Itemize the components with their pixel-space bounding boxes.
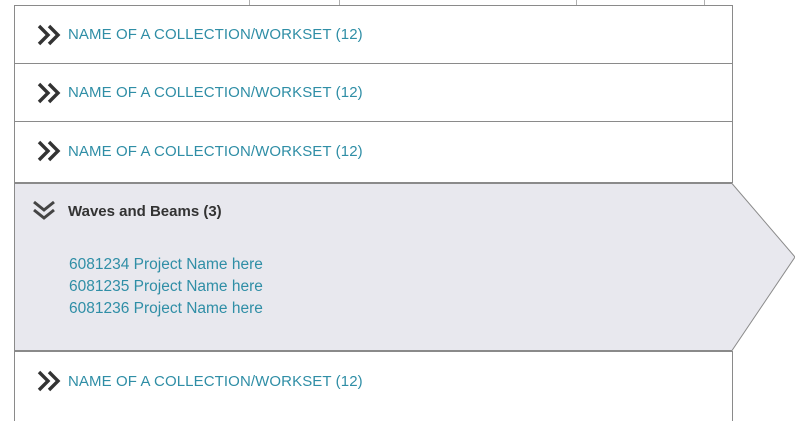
- collection-row[interactable]: NAME OF A COLLECTION/WORKSET (12): [15, 64, 732, 122]
- collection-row[interactable]: NAME OF A COLLECTION/WORKSET (12): [15, 6, 732, 64]
- double-chevron-right-icon: [37, 140, 65, 162]
- collection-label: NAME OF A COLLECTION/WORKSET (12): [68, 373, 363, 390]
- expanded-collection-title: Waves and Beams (3): [68, 203, 222, 220]
- project-link[interactable]: 6081235 Project Name here: [69, 276, 263, 298]
- expanded-collection-header[interactable]: Waves and Beams (3): [30, 200, 222, 222]
- collection-label: NAME OF A COLLECTION/WORKSET (12): [68, 26, 363, 43]
- double-chevron-right-icon: [37, 82, 65, 104]
- collection-label: NAME OF A COLLECTION/WORKSET (12): [68, 143, 363, 160]
- collection-label: NAME OF A COLLECTION/WORKSET (12): [68, 84, 363, 101]
- double-chevron-down-icon: [30, 200, 58, 222]
- project-link[interactable]: 6081234 Project Name here: [69, 254, 263, 276]
- project-link[interactable]: 6081236 Project Name here: [69, 298, 263, 320]
- collection-row[interactable]: NAME OF A COLLECTION/WORKSET (12): [15, 352, 732, 410]
- project-list: 6081234 Project Name here 6081235 Projec…: [69, 254, 263, 320]
- double-chevron-right-icon: [37, 24, 65, 46]
- collection-list-lower: NAME OF A COLLECTION/WORKSET (12): [14, 351, 733, 421]
- double-chevron-right-icon: [37, 370, 65, 392]
- collection-list: NAME OF A COLLECTION/WORKSET (12) NAME O…: [14, 5, 733, 183]
- collection-row[interactable]: NAME OF A COLLECTION/WORKSET (12): [15, 122, 732, 180]
- expanded-collection: Waves and Beams (3) 6081234 Project Name…: [14, 183, 795, 351]
